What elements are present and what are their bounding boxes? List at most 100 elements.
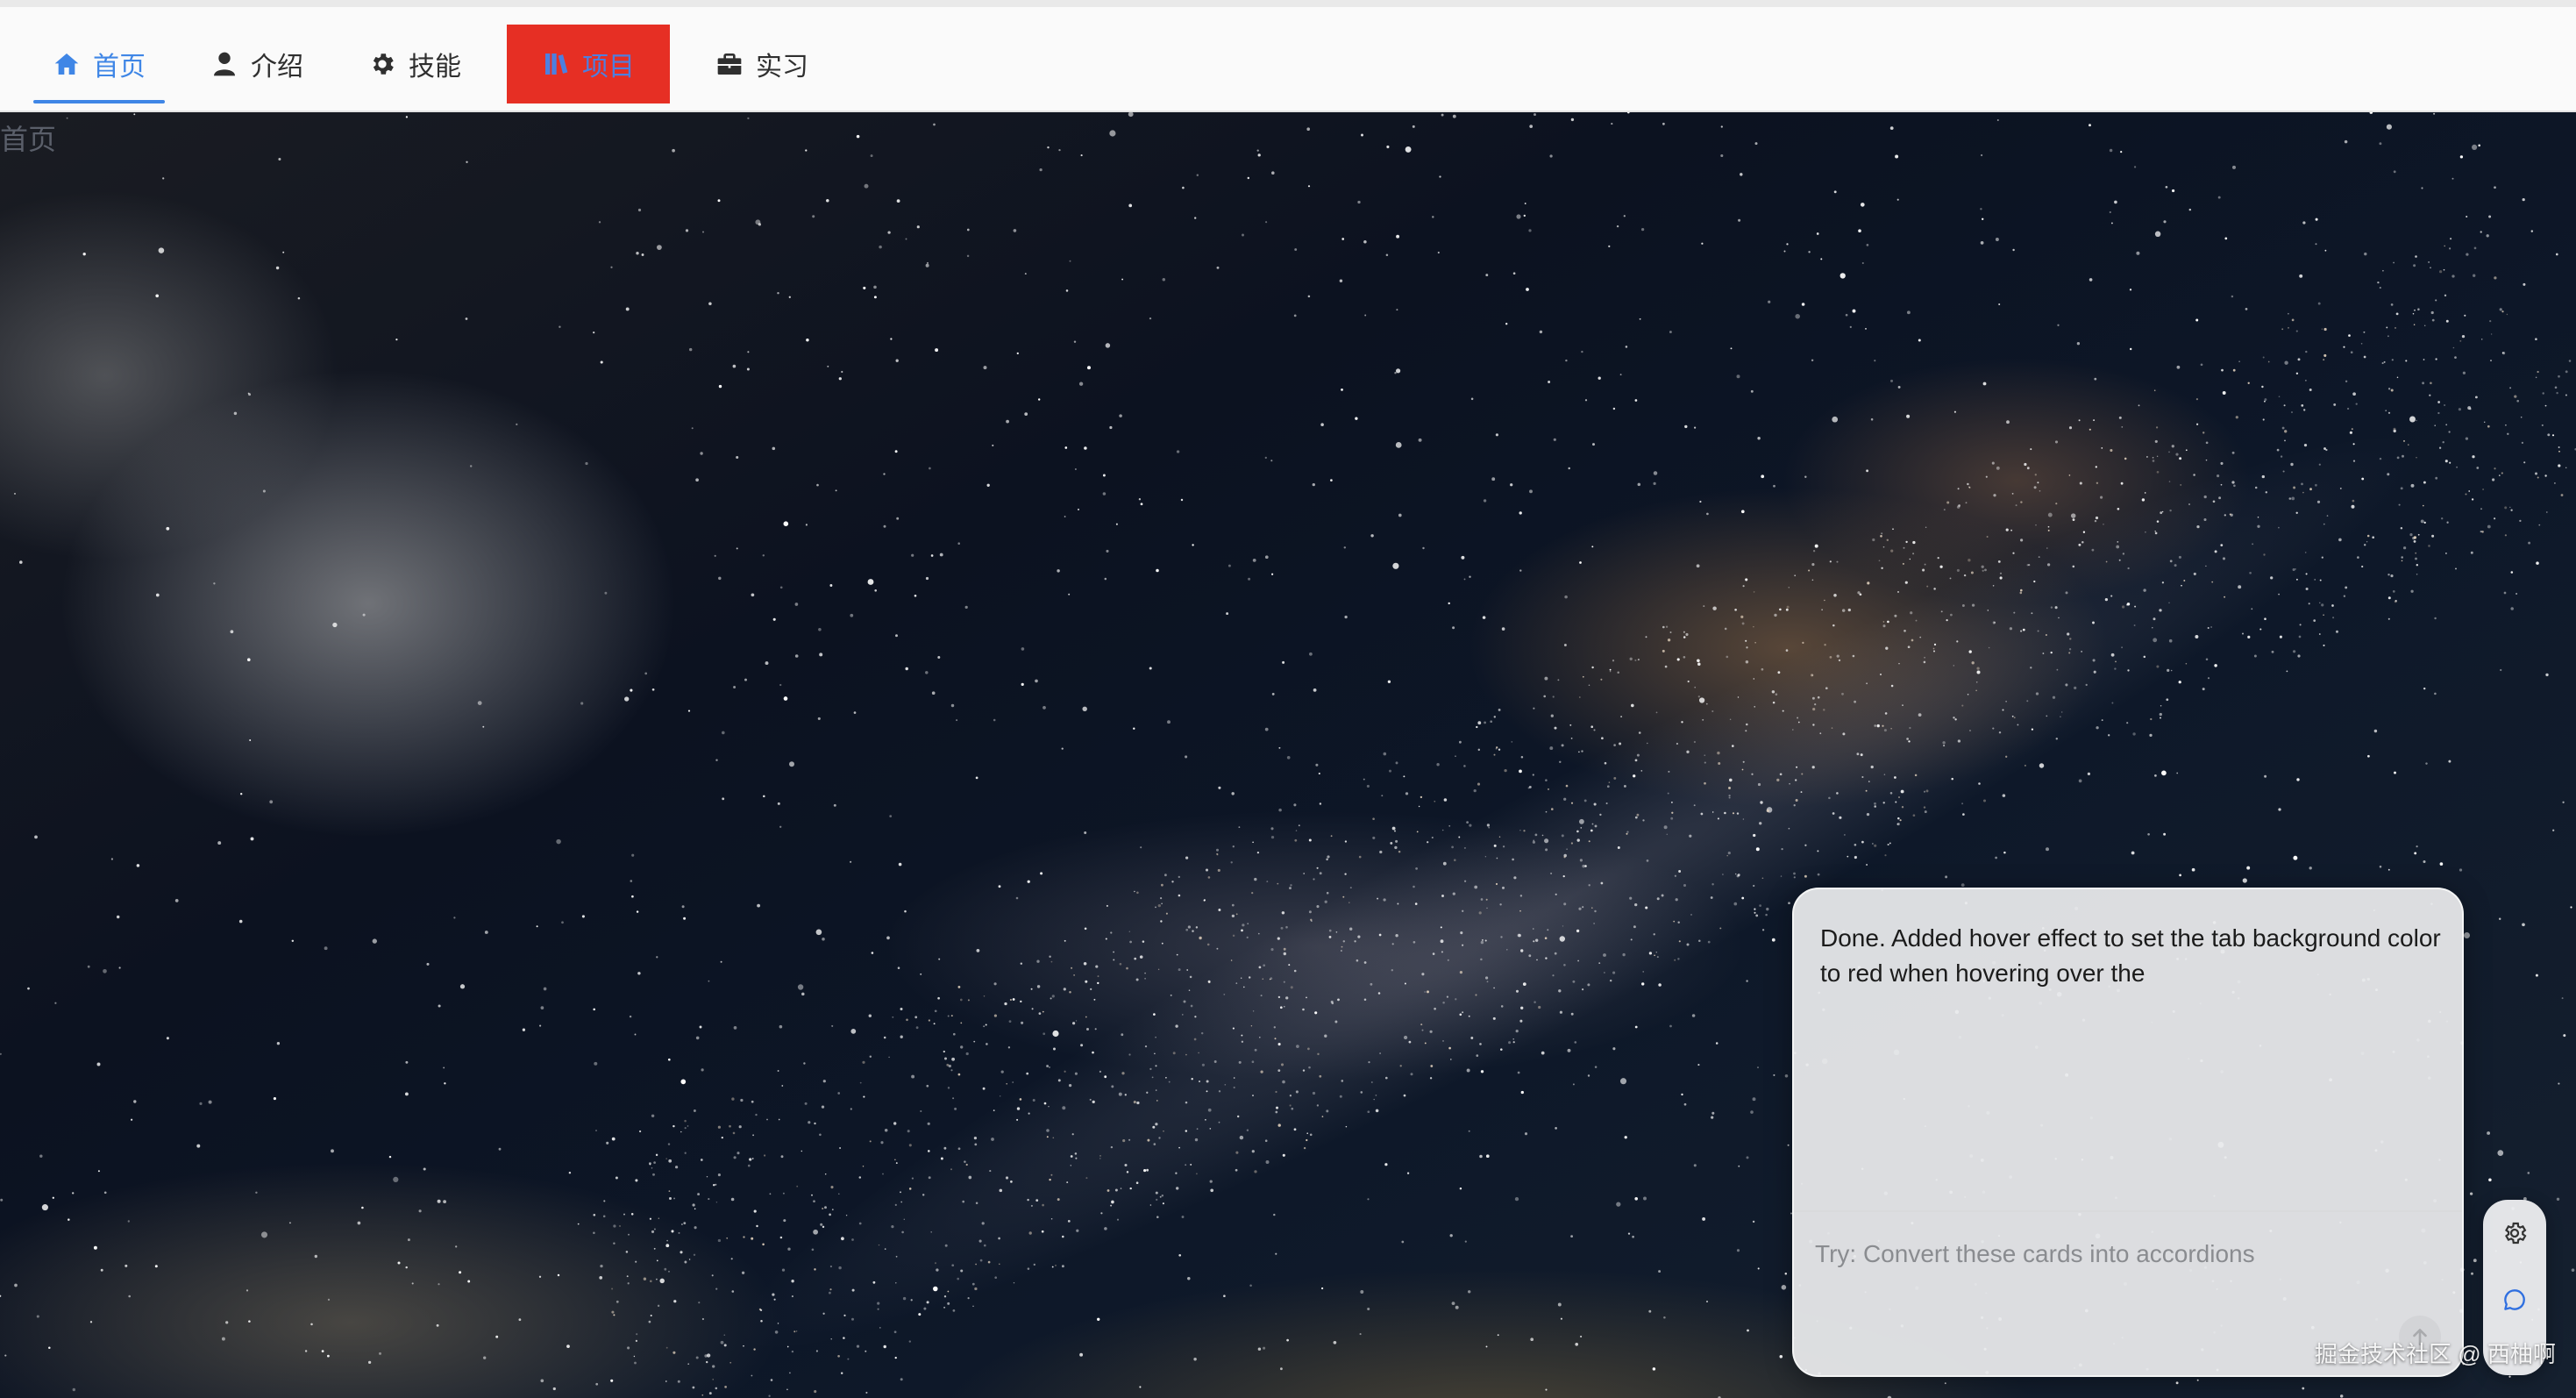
star xyxy=(1185,1053,1187,1056)
tab-intro[interactable]: 介绍 xyxy=(191,25,323,103)
star xyxy=(763,795,765,798)
star xyxy=(989,1170,992,1173)
star xyxy=(1642,819,1645,822)
star xyxy=(1434,1007,1436,1010)
star xyxy=(950,1168,952,1171)
star xyxy=(2487,524,2491,529)
star xyxy=(426,962,430,966)
star xyxy=(1149,317,1152,320)
star xyxy=(687,710,691,712)
star xyxy=(1129,1187,1132,1190)
star xyxy=(2466,253,2469,256)
star xyxy=(2535,974,2538,977)
star xyxy=(850,613,854,617)
star xyxy=(1557,1302,1562,1307)
star xyxy=(1491,477,1496,481)
star xyxy=(1637,482,1641,487)
star xyxy=(2506,313,2508,316)
star xyxy=(1250,1024,1253,1027)
star xyxy=(2441,517,2444,520)
star xyxy=(1663,825,1668,830)
star xyxy=(1717,817,1719,820)
star xyxy=(1570,118,1575,122)
star xyxy=(864,183,869,189)
star xyxy=(1943,509,1946,511)
star xyxy=(2167,668,2170,673)
star xyxy=(940,1157,943,1160)
star xyxy=(1870,765,1874,769)
star xyxy=(1678,870,1682,873)
assistant-message: Done. Added hover effect to set the tab … xyxy=(1820,924,2441,987)
star xyxy=(2220,544,2224,546)
star xyxy=(1247,176,1250,180)
star xyxy=(2494,517,2496,520)
star xyxy=(54,1002,57,1004)
star xyxy=(2298,635,2302,638)
star xyxy=(968,1175,972,1180)
star xyxy=(1086,1028,1089,1031)
star xyxy=(868,1014,872,1017)
star xyxy=(2010,529,2012,531)
star xyxy=(1218,1090,1221,1093)
star xyxy=(1079,1352,1084,1357)
star xyxy=(2402,439,2406,442)
star xyxy=(797,984,804,990)
star xyxy=(1821,609,1823,610)
star xyxy=(2472,144,2478,150)
star xyxy=(131,1118,133,1121)
star xyxy=(1283,981,1285,983)
star xyxy=(469,465,473,467)
star xyxy=(2130,347,2132,351)
star xyxy=(1733,902,1738,906)
star xyxy=(405,1060,409,1064)
star xyxy=(862,1060,865,1064)
star xyxy=(1146,1091,1149,1094)
chat-prompt-input[interactable] xyxy=(1813,1228,2444,1280)
star xyxy=(2171,445,2174,448)
star xyxy=(2270,576,2274,580)
star xyxy=(983,366,987,370)
star xyxy=(1190,1163,1192,1166)
star xyxy=(695,1036,700,1040)
star xyxy=(2395,599,2397,603)
star xyxy=(880,1141,884,1145)
star xyxy=(1258,966,1262,969)
star xyxy=(2423,359,2425,360)
star xyxy=(1950,613,1953,617)
star xyxy=(751,593,755,597)
tab-projects[interactable]: 项目 xyxy=(507,25,670,103)
star xyxy=(1483,499,1487,503)
star xyxy=(1710,896,1713,899)
star xyxy=(2521,441,2524,445)
star xyxy=(2089,278,2093,282)
star xyxy=(2413,539,2416,543)
star xyxy=(1387,680,1391,683)
chat-toggle-button[interactable] xyxy=(2497,1282,2532,1317)
star xyxy=(2323,644,2325,646)
settings-button[interactable] xyxy=(2497,1216,2532,1251)
star xyxy=(1728,794,1731,797)
star xyxy=(1479,1154,1483,1159)
star xyxy=(2474,396,2478,399)
tab-skills[interactable]: 技能 xyxy=(349,25,480,103)
star xyxy=(753,1348,756,1351)
star xyxy=(423,1167,426,1171)
star xyxy=(1720,153,1724,158)
star xyxy=(1776,778,1780,782)
star xyxy=(2393,170,2396,174)
star xyxy=(1613,744,1616,746)
star xyxy=(1513,876,1517,880)
star xyxy=(2555,253,2558,256)
star xyxy=(911,553,914,557)
star xyxy=(1391,826,1396,831)
star xyxy=(1593,923,1595,924)
star xyxy=(680,1223,683,1226)
star xyxy=(1161,942,1163,945)
tab-internship[interactable]: 实习 xyxy=(696,25,828,103)
star xyxy=(1160,920,1163,923)
star xyxy=(993,1014,997,1017)
star xyxy=(1603,953,1606,957)
star xyxy=(873,296,877,299)
star xyxy=(1632,1235,1634,1238)
tab-home[interactable]: 首页 xyxy=(33,25,165,103)
